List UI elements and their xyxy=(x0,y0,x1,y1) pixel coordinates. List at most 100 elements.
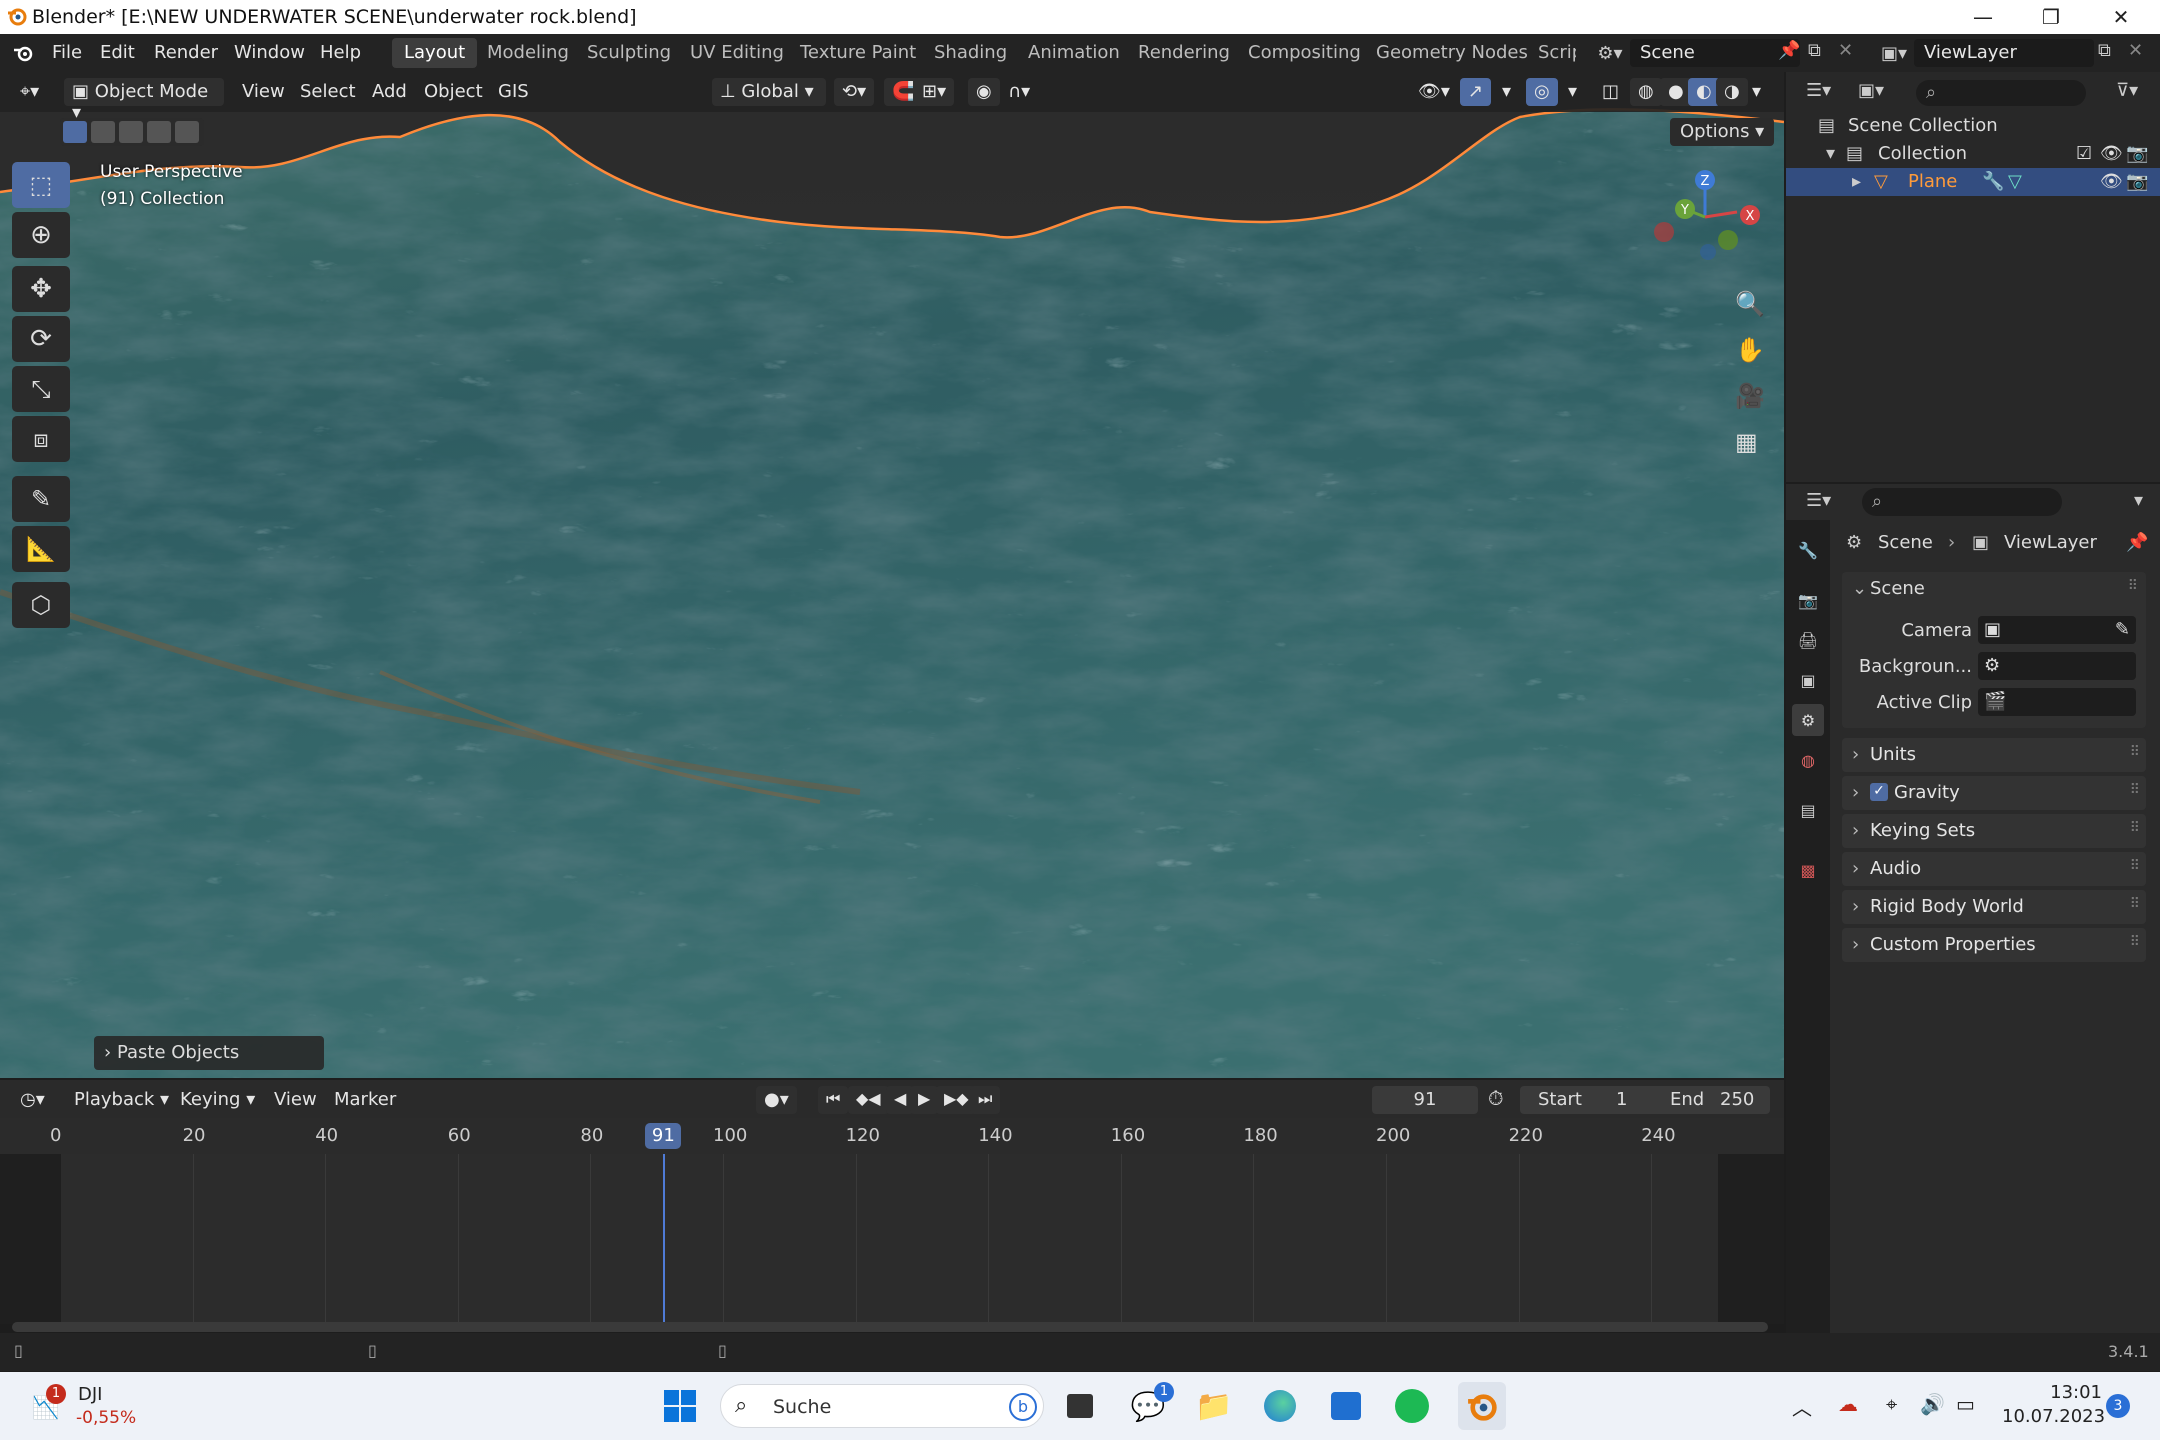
background-scene-field[interactable]: ⚙ xyxy=(1978,652,2136,680)
restore-button[interactable]: ❐ xyxy=(2018,0,2084,34)
collection-tab-icon[interactable]: ▤ xyxy=(1792,794,1824,826)
xray-toggle-icon[interactable]: ◫ xyxy=(1594,78,1627,106)
network-icon[interactable]: ⌖ xyxy=(1886,1392,1897,1416)
viewport-menu-add[interactable]: Add xyxy=(364,78,415,106)
properties-editor-icon[interactable]: ☰▾ xyxy=(1806,490,1831,511)
start-field[interactable]: 1 xyxy=(1616,1089,1627,1110)
viewport-menu-gis[interactable]: GIS xyxy=(490,78,537,106)
tab-sculpting[interactable]: Sculpting xyxy=(575,38,683,68)
drag-grip-icon[interactable]: ⠿ xyxy=(2130,896,2140,912)
menu-edit[interactable]: Edit xyxy=(100,42,135,63)
falloff-icon[interactable]: ∩▾ xyxy=(1000,78,1038,106)
spotify-icon[interactable] xyxy=(1392,1386,1432,1426)
timer-icon[interactable]: ⏱ xyxy=(1488,1086,1504,1110)
eye-icon[interactable]: 👁 xyxy=(2100,143,2123,164)
new-scene-icon[interactable]: ⧉ xyxy=(1808,40,1821,61)
expand-arrow-icon[interactable]: ▾ xyxy=(1826,143,1835,164)
object-mode-dropdown[interactable]: ▣ Object Mode ▾ xyxy=(64,78,224,123)
clock-date[interactable]: 10.07.2023 xyxy=(2002,1406,2105,1427)
viewport-menu-view[interactable]: View xyxy=(234,78,293,106)
display-mode-icon[interactable]: ▣▾ xyxy=(1858,80,1884,101)
tab-layout[interactable]: Layout xyxy=(392,38,478,68)
modifier-wrench-icon[interactable]: 🔧 xyxy=(1982,171,2004,192)
camera-render-icon[interactable]: 📷 xyxy=(2126,143,2148,164)
select-intersect-icon[interactable] xyxy=(175,121,199,143)
volume-icon[interactable]: 🔊 xyxy=(1920,1392,1945,1416)
drag-grip-icon[interactable]: ⠿ xyxy=(2128,578,2138,594)
view-layer-tab-icon[interactable]: ▣ xyxy=(1792,664,1824,696)
last-operator-panel[interactable]: › Paste Objects xyxy=(94,1036,324,1070)
select-box-tool[interactable]: ⬚ xyxy=(12,162,70,208)
overlays-toggle-icon[interactable]: ◎ xyxy=(1526,78,1558,106)
stock-widget-icon[interactable]: 📉 1 xyxy=(28,1384,68,1426)
tab-scripting[interactable]: Scrip xyxy=(1526,38,1576,68)
onedrive-error-icon[interactable]: ☁ xyxy=(1838,1392,1858,1416)
file-explorer-icon[interactable]: 📁 xyxy=(1194,1386,1234,1426)
tab-rendering[interactable]: Rendering xyxy=(1126,38,1242,68)
playhead-line[interactable] xyxy=(663,1154,666,1324)
timeline-scrollbar[interactable] xyxy=(12,1322,1768,1332)
menu-help[interactable]: Help xyxy=(320,42,361,63)
measure-tool[interactable]: 📐 xyxy=(12,526,70,572)
menu-render[interactable]: Render xyxy=(154,42,218,63)
bing-icon[interactable]: b xyxy=(1009,1393,1037,1421)
timeline-ruler[interactable]: 0 20 40 60 80 100 120 140 160 180 200 220 240 91 xyxy=(0,1118,1784,1154)
outliner-row-plane[interactable]: ▸ ▽ Plane 🔧 ▽ 👁 📷 xyxy=(1786,168,2160,196)
new-viewlayer-icon[interactable]: ⧉ xyxy=(2098,40,2111,61)
autokey-record-icon[interactable]: ●▾ xyxy=(756,1086,797,1114)
collection-checkbox[interactable]: ☑ xyxy=(2076,143,2092,164)
drag-grip-icon[interactable]: ⠿ xyxy=(2130,744,2140,760)
cursor-tool[interactable]: ⊕ xyxy=(12,212,70,258)
scale-tool[interactable]: ⤡ xyxy=(12,366,70,412)
blender-menu-icon[interactable] xyxy=(12,42,36,64)
keying-sets-panel[interactable]: › Keying Sets ⠿ xyxy=(1842,814,2146,848)
transform-orientation-dropdown[interactable]: ⊥ Global ▾ xyxy=(712,78,826,106)
options-dropdown[interactable]: Options ▾ xyxy=(1670,118,1775,146)
add-cube-tool[interactable]: ⬡ xyxy=(12,582,70,628)
playhead-frame-label[interactable]: 91 xyxy=(645,1123,682,1149)
notification-count-badge[interactable]: 3 xyxy=(2106,1394,2130,1418)
blender-taskbar-icon[interactable] xyxy=(1458,1382,1506,1430)
drag-grip-icon[interactable]: ⠿ xyxy=(2130,820,2140,836)
pin-icon[interactable]: 📌 xyxy=(2126,532,2148,553)
select-extend-icon[interactable] xyxy=(91,121,115,143)
task-view-icon[interactable] xyxy=(1060,1386,1100,1426)
jump-start-icon[interactable]: ⏮ xyxy=(818,1086,849,1114)
shading-material-icon[interactable]: ◐ xyxy=(1688,78,1720,106)
timeline-menu-keying[interactable]: Keying ▾ xyxy=(172,1086,263,1114)
render-tab-icon[interactable]: 📷 xyxy=(1792,584,1824,616)
active-clip-field[interactable]: 🎬 xyxy=(1978,688,2136,716)
3d-viewport[interactable] xyxy=(0,72,1784,1078)
drag-grip-icon[interactable]: ⠿ xyxy=(2130,782,2140,798)
texture-tab-icon[interactable]: ▩ xyxy=(1792,854,1824,886)
timeline-menu-view[interactable]: View xyxy=(266,1086,325,1114)
navigation-gizmo[interactable]: Z X Y xyxy=(1650,162,1760,262)
select-subtract-icon[interactable] xyxy=(119,121,143,143)
taskbar-search-box[interactable]: ⌕ Suche b xyxy=(720,1384,1044,1428)
edge-browser-icon[interactable] xyxy=(1260,1386,1300,1426)
outliner-row-scene-collection[interactable]: ▤ Scene Collection xyxy=(1786,112,2160,140)
properties-options-icon[interactable]: ▾ xyxy=(2134,490,2143,511)
ortho-grid-icon[interactable]: ▦ xyxy=(1735,428,1758,456)
viewport-menu-select[interactable]: Select xyxy=(292,78,364,106)
microsoft-store-icon[interactable] xyxy=(1326,1386,1366,1426)
rigid-body-world-panel[interactable]: › Rigid Body World ⠿ xyxy=(1842,890,2146,924)
scene-selector-icon[interactable]: ⚙▾ xyxy=(1592,40,1628,66)
timeline-area[interactable] xyxy=(0,1154,1784,1324)
drag-grip-icon[interactable]: ⠿ xyxy=(2130,934,2140,950)
delete-viewlayer-icon[interactable]: ✕ xyxy=(2128,40,2143,61)
zoom-icon[interactable]: 🔍 xyxy=(1735,290,1765,318)
camera-field[interactable]: ▣ ✎ xyxy=(1978,616,2136,644)
viewlayer-field[interactable]: ViewLayer xyxy=(1914,39,2094,67)
expand-arrow-icon[interactable]: ▸ xyxy=(1852,171,1861,192)
jump-keyframe-back-icon[interactable]: ◆◀ xyxy=(848,1086,889,1114)
timeline-editor-type-icon[interactable]: ◷▾ xyxy=(12,1086,53,1114)
annotate-tool[interactable]: ✎ xyxy=(12,476,70,522)
tab-modeling[interactable]: Modeling xyxy=(475,38,581,68)
teams-chat-icon[interactable]: 💬 1 xyxy=(1128,1382,1174,1426)
timeline-menu-marker[interactable]: Marker xyxy=(326,1086,404,1114)
camera-render-icon[interactable]: 📷 xyxy=(2126,171,2148,192)
custom-properties-panel[interactable]: › Custom Properties ⠿ xyxy=(1842,928,2146,962)
units-panel[interactable]: › Units ⠿ xyxy=(1842,738,2146,772)
pan-hand-icon[interactable]: ✋ xyxy=(1735,336,1765,364)
